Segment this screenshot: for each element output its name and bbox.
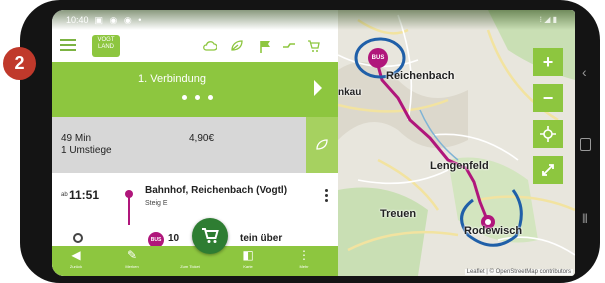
eco-info-button[interactable]: [306, 117, 338, 173]
zoom-in-button[interactable]: +: [533, 48, 563, 76]
cart-toolbar-icon[interactable]: [305, 38, 321, 54]
map-bus-marker[interactable]: BUS: [368, 48, 388, 68]
map-label-reichenbach: Reichenbach: [386, 70, 455, 82]
bottom-navigation: ◀ Zurück ✎ Merken · Zum Ticket ◧ Karte ⋮…: [52, 246, 338, 276]
walk-icon: [73, 233, 83, 243]
duration: 49 Min: [61, 133, 92, 144]
nav-bookmark-label: Merken: [125, 264, 139, 269]
map-label-rodewisch: Rodewisch: [464, 225, 523, 237]
nav-back[interactable]: ◀ Zurück: [56, 246, 96, 276]
price: 4,90€: [189, 133, 215, 144]
next-leg-text-right: tein über: [240, 233, 283, 244]
connection-header[interactable]: 1. Verbindung: [52, 62, 338, 117]
departure-prefix: ab: [61, 192, 68, 198]
connection-panel: VOGT LAND 1. Verbindung 49 Min 1 Umstieg…: [52, 10, 338, 276]
system-back-icon[interactable]: ‹: [582, 64, 587, 80]
logo-line2: LAND: [97, 44, 114, 50]
map-label-lengenfeld: Lengenfeld: [430, 160, 489, 172]
volume-button: [22, 110, 28, 150]
more-icon: ⋮: [298, 248, 310, 262]
locate-icon: [540, 126, 556, 142]
zoom-out-button[interactable]: −: [533, 84, 563, 112]
departure-platform: Steig E: [145, 200, 168, 207]
app-logo: VOGT LAND: [92, 35, 120, 57]
pagination-dots: [182, 95, 213, 100]
route-options-icon[interactable]: [281, 38, 297, 54]
phone-screen: VOGT LAND 1. Verbindung 49 Min 1 Umstieg…: [52, 10, 575, 276]
route-map[interactable]: BUS Reichenbach nkau Lengenfeld Treuen R…: [338, 10, 575, 276]
nav-more-label: Mehr: [299, 264, 309, 269]
map-label-ankau: nkau: [338, 87, 362, 98]
nav-more[interactable]: ⋮ Mehr: [284, 246, 324, 276]
ticket-cart-button[interactable]: [192, 218, 228, 254]
step-badge: 2: [3, 47, 36, 80]
next-connection-icon[interactable]: [314, 80, 322, 96]
nav-map-label: Karte: [243, 264, 253, 269]
fullscreen-button[interactable]: [533, 156, 563, 184]
leaf-icon[interactable]: [229, 38, 245, 54]
departure-stop: Bahnhof, Reichenbach (Vogtl): [145, 185, 288, 196]
departure-row[interactable]: ab 11:51 Bahnhof, Reichenbach (Vogtl) St…: [52, 173, 338, 263]
menu-icon[interactable]: [60, 39, 76, 51]
nav-back-label: Zurück: [69, 264, 83, 269]
flag-icon[interactable]: [257, 38, 273, 54]
departure-time: 11:51: [69, 188, 100, 202]
status-time: 10:40: [66, 15, 89, 25]
fullscreen-icon: [542, 164, 554, 176]
status-icons: ▣ ◉ ◉ •: [94, 14, 144, 25]
transfers: 1 Umstiege: [61, 145, 112, 156]
cart-icon: [202, 228, 219, 243]
system-recents-icon[interactable]: |||: [582, 213, 588, 224]
more-options-icon[interactable]: [325, 189, 328, 204]
connection-summary[interactable]: 49 Min 1 Umstiege 4,90€: [52, 117, 338, 173]
map-icon: ◧: [242, 248, 254, 262]
locate-button[interactable]: [533, 120, 563, 148]
ticket-icon: ✎: [126, 248, 138, 262]
map-attribution[interactable]: Leaflet | © OpenStreetMap contributors: [464, 269, 573, 275]
back-arrow-icon: ◀: [71, 248, 81, 262]
next-leg-text-left: 10: [168, 233, 180, 244]
cloud-icon[interactable]: [202, 38, 218, 54]
nav-ticket-label: Zum Ticket: [180, 264, 200, 269]
connection-title: 1. Verbindung: [138, 73, 206, 85]
status-right-icons: ⁝ ◢ ▮: [539, 15, 557, 24]
map-label-treuen: Treuen: [380, 208, 417, 220]
route-stop-dot: [125, 190, 133, 198]
summary-duration-block: 49 Min 1 Umstiege: [61, 133, 112, 157]
nav-map[interactable]: ◧ Karte: [228, 246, 268, 276]
status-bar: 10:40 ▣ ◉ ◉ • ⁝ ◢ ▮: [52, 10, 575, 30]
app-toolbar: VOGT LAND: [52, 30, 338, 62]
logo-line1: VOGT: [97, 37, 115, 43]
nav-bookmark[interactable]: ✎ Merken: [112, 246, 152, 276]
system-home-icon[interactable]: [580, 138, 591, 151]
